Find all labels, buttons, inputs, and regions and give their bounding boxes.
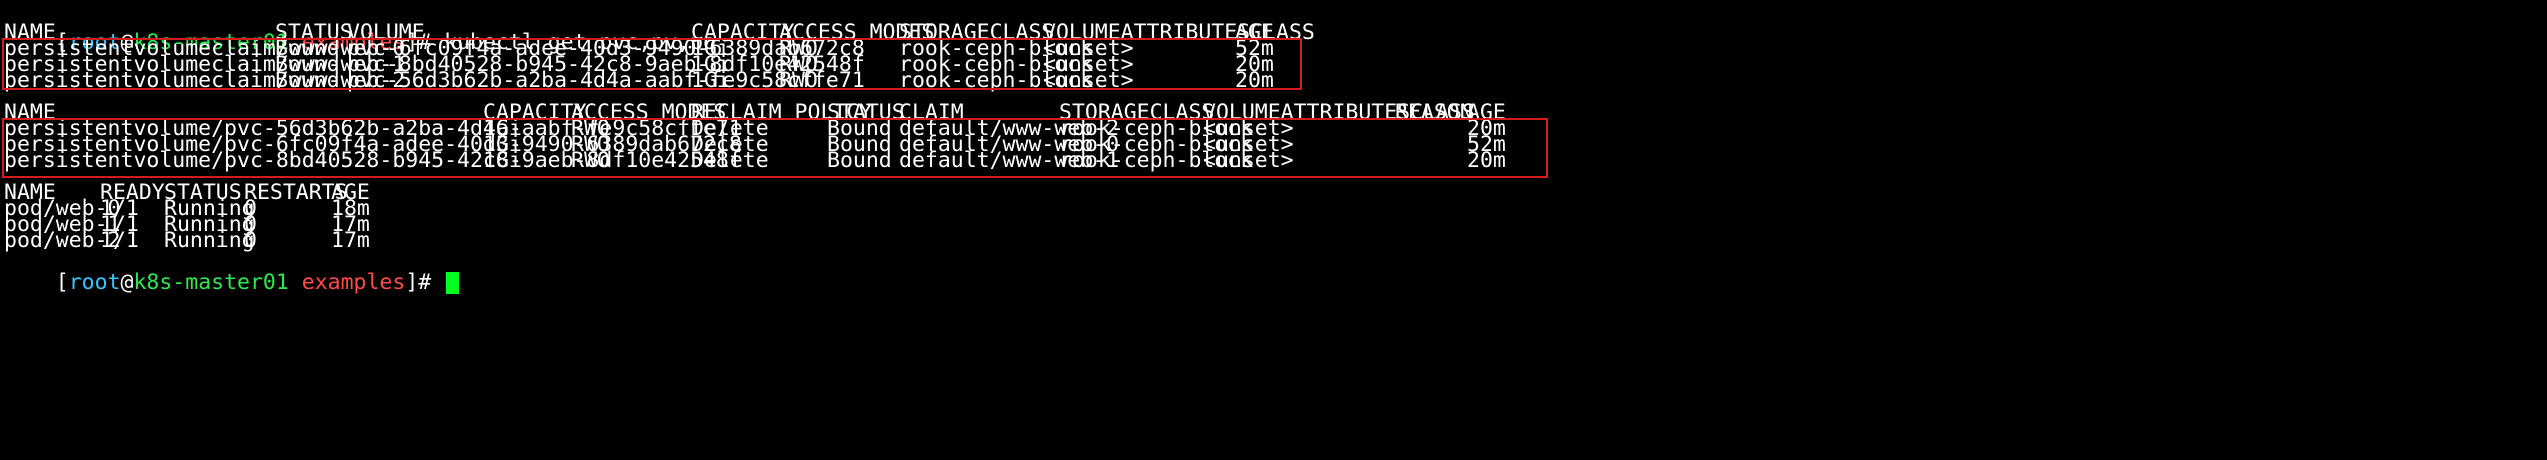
prompt-close: ]# <box>405 270 445 295</box>
prompt-dir: examples <box>301 270 406 295</box>
terminal-window[interactable]: [root@k8s-master01 examples]# kubectl ge… <box>2 4 2544 450</box>
pvc-highlight-box <box>2 38 1302 90</box>
prompt-host: k8s-master01 <box>133 270 289 295</box>
prompt-line-2[interactable]: [root@k8s-master01 examples]# <box>4 244 460 295</box>
prompt-user: root <box>68 270 121 295</box>
terminal-cursor[interactable] <box>446 272 460 294</box>
pv-highlight-box <box>2 118 1548 178</box>
prompt-at: @ <box>120 270 134 295</box>
prompt-open-bracket: [ <box>55 270 69 295</box>
